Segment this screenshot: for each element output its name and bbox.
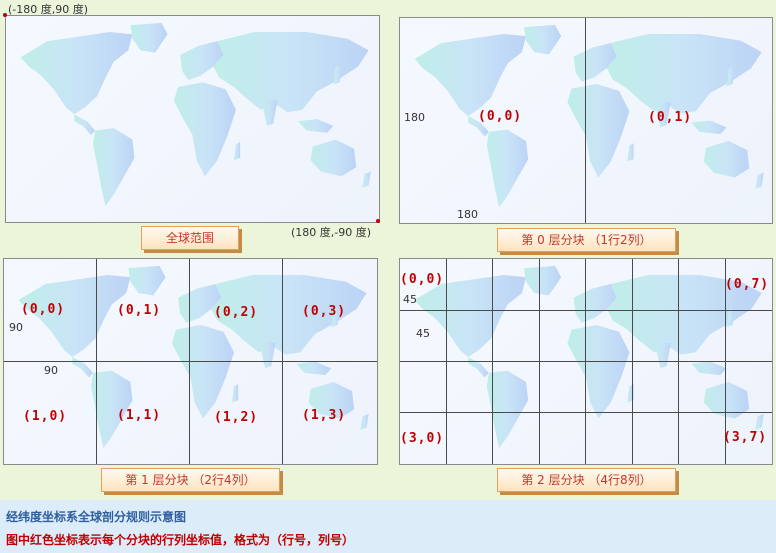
world-map (414, 24, 764, 208)
tile-coord-1-3: (1,3) (302, 408, 347, 423)
corner-label-bottom-right: (180 度,-90 度) (291, 226, 372, 239)
level2-side-label: 45 (403, 293, 417, 306)
level2-tag: 第 2 层分块 （4行8列） (497, 468, 676, 492)
tile-coord-1-0: (1,0) (23, 409, 68, 424)
tile-coord-3-7: (3,7) (723, 430, 768, 445)
figure-note: 图中红色坐标表示每个分块的行列坐标值，格式为（行号，列号） (6, 533, 355, 547)
tile-coord-0-7: (0,7) (725, 277, 770, 292)
global-extent-panel (5, 15, 380, 223)
tile-coord-0-1: (0,1) (117, 303, 162, 318)
level2-panel: 45 45 (0,0) (0,7) (3,0) (3,7) (399, 258, 773, 465)
grid-line-horizontal (400, 310, 772, 311)
level1-bottom-label: 90 (44, 364, 58, 377)
tile-coord-0-0: (0,0) (478, 109, 523, 124)
global-extent-tag: 全球范围 (141, 226, 239, 250)
figure-title: 经纬度坐标系全球剖分规则示意图 (6, 510, 187, 524)
grid-line-horizontal (4, 361, 377, 362)
level2-bottom-label: 45 (416, 327, 430, 340)
tile-coord-1-2: (1,2) (214, 410, 259, 425)
tile-coord-0-0: (0,0) (21, 302, 66, 317)
level0-tag: 第 0 层分块 （1行2列） (497, 228, 676, 252)
tile-coord-1-1: (1,1) (117, 408, 162, 423)
tile-coord-0-1: (0,1) (648, 110, 693, 125)
tile-coord-0-0: (0,0) (400, 272, 445, 287)
grid-line-horizontal (400, 361, 772, 362)
grid-line-vertical (585, 18, 586, 223)
corner-marker-bottom-right (376, 219, 380, 223)
grid-line-horizontal (400, 412, 772, 413)
level1-tag: 第 1 层分块 （2行4列） (101, 468, 280, 492)
level1-side-label: 90 (9, 321, 23, 334)
tile-coord-0-3: (0,3) (302, 304, 347, 319)
corner-label-top-left: (-180 度,90 度) (8, 3, 89, 16)
world-map (20, 22, 371, 206)
level0-bottom-label: 180 (457, 208, 478, 221)
level1-panel: 90 90 (0,0) (0,1) (0,2) (0,3) (1,0) (1,1… (3, 258, 378, 465)
tile-coord-0-2: (0,2) (214, 305, 259, 320)
level0-panel: 180 180 (0,0) (0,1) (399, 17, 773, 224)
tile-coord-3-0: (3,0) (400, 431, 445, 446)
corner-marker-top-left (3, 13, 7, 17)
level0-side-label: 180 (404, 111, 425, 124)
